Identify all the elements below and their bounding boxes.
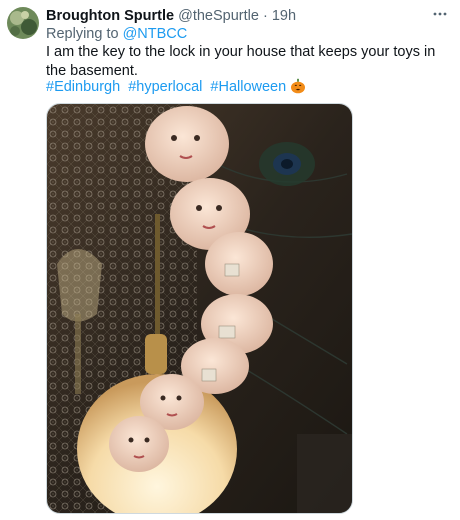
- tweet-card[interactable]: Broughton Spurtle @theSpurtle · 19h Repl…: [0, 0, 460, 520]
- jack-o-lantern-icon: [290, 78, 306, 100]
- hashtag-row: #Edinburgh #hyperlocal #Halloween: [46, 78, 310, 100]
- hashtag-link[interactable]: #Edinburgh: [46, 79, 120, 95]
- display-name[interactable]: Broughton Spurtle: [46, 8, 174, 24]
- tweet-text: I am the key to the lock in your house t…: [46, 44, 436, 79]
- user-handle[interactable]: @theSpurtle: [178, 8, 259, 24]
- timestamp[interactable]: 19h: [272, 8, 296, 24]
- avatar[interactable]: [7, 7, 39, 39]
- hashtag-link[interactable]: #hyperlocal: [128, 79, 202, 95]
- tweet-header: Broughton Spurtle @theSpurtle · 19h: [46, 7, 430, 25]
- tweet-photo[interactable]: [46, 103, 353, 514]
- separator-dot: ·: [262, 8, 268, 24]
- more-options-icon[interactable]: [432, 6, 448, 26]
- replying-to: Replying to @NTBCC: [46, 25, 187, 43]
- hashtag-link[interactable]: #Halloween: [210, 79, 286, 95]
- replying-to-label: Replying to: [46, 26, 123, 42]
- reply-to-mention-link[interactable]: @NTBCC: [123, 26, 188, 42]
